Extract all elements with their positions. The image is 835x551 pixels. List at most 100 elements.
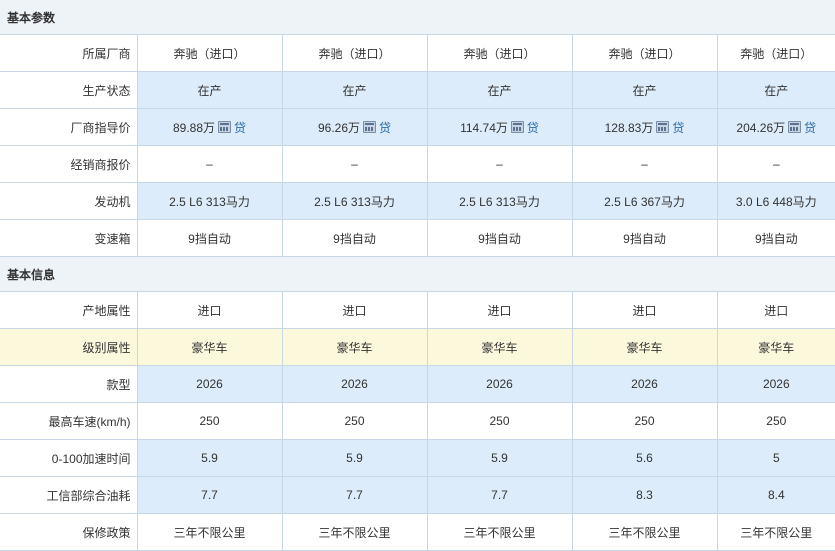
loan-link[interactable]: 贷: [234, 119, 246, 136]
spec-value: 2026: [196, 377, 223, 391]
spec-value: 9挡自动: [333, 231, 376, 246]
guide-price: 96.26万 贷: [318, 119, 391, 136]
loan-link[interactable]: 贷: [672, 119, 684, 136]
spec-value: 250: [634, 414, 655, 428]
spec-row: 生产状态 在产 在产 在产 在产 在产: [0, 71, 835, 109]
loan-link[interactable]: 贷: [379, 119, 391, 136]
spec-value: 8.4: [767, 488, 785, 502]
spec-row: 所属厂商 奔驰（进口） 奔驰（进口） 奔驰（进口） 奔驰（进口） 奔驰（进口）: [0, 34, 835, 72]
spec-label: 款型: [0, 365, 138, 403]
spec-value-cell: 250: [572, 402, 718, 440]
spec-label: 级别属性: [0, 328, 138, 366]
spec-value-cell: 三年不限公里: [717, 513, 835, 551]
spec-value: –: [351, 157, 358, 171]
spec-value-cell: 豪华车: [572, 328, 718, 366]
spec-value-cell: –: [137, 145, 283, 183]
spec-value: 5.9: [346, 451, 363, 465]
spec-value: 豪华车: [191, 340, 228, 355]
spec-value: 250: [489, 414, 510, 428]
spec-value-cell: 进口: [282, 291, 428, 329]
spec-value: 在产: [197, 83, 222, 98]
spec-value: 5: [772, 451, 780, 465]
spec-value-cell: 三年不限公里: [572, 513, 718, 551]
spec-value: 2.5 L6 313马力: [169, 194, 250, 209]
spec-value-cell: 豪华车: [282, 328, 428, 366]
spec-value-cell: 2.5 L6 313马力: [137, 182, 283, 220]
spec-value: 8.3: [636, 488, 653, 502]
spec-value-cell: 9挡自动: [282, 219, 428, 257]
spec-value-cell: 250: [717, 402, 835, 440]
calculator-icon[interactable]: [656, 121, 670, 133]
spec-value-cell: 8.3: [572, 476, 718, 514]
spec-value-cell: 250: [427, 402, 573, 440]
spec-value: 进口: [197, 303, 222, 318]
spec-value: 三年不限公里: [318, 525, 391, 540]
spec-value: 7.7: [346, 488, 363, 502]
spec-value-cell: 进口: [572, 291, 718, 329]
price-value: 128.83万: [604, 120, 654, 135]
spec-label: 生产状态: [0, 71, 138, 109]
spec-value-cell: 豪华车: [427, 328, 573, 366]
spec-row: 0-100加速时间 5.9 5.9 5.9 5.6 5: [0, 439, 835, 477]
spec-value: 7.7: [491, 488, 508, 502]
spec-value: 9挡自动: [478, 231, 521, 246]
spec-row: 级别属性 豪华车 豪华车 豪华车 豪华车 豪华车: [0, 328, 835, 366]
spec-value-cell: 128.83万 贷: [572, 108, 718, 146]
spec-value-cell: 2026: [137, 365, 283, 403]
spec-value: 在产: [342, 83, 367, 98]
price-value: 89.88万: [172, 120, 215, 135]
calculator-icon[interactable]: [788, 121, 802, 133]
spec-value-cell: –: [572, 145, 718, 183]
spec-value: 奔驰（进口）: [318, 46, 391, 61]
spec-value-cell: 奔驰（进口）: [572, 34, 718, 72]
guide-price: 89.88万 贷: [173, 119, 246, 136]
spec-value-cell: 3.0 L6 448马力: [717, 182, 835, 220]
spec-value-cell: 89.88万 贷: [137, 108, 283, 146]
spec-row: 发动机 2.5 L6 313马力 2.5 L6 313马力 2.5 L6 313马力 2…: [0, 182, 835, 220]
spec-label: 工信部综合油耗: [0, 476, 138, 514]
spec-label: 产地属性: [0, 291, 138, 329]
spec-value: 2026: [762, 377, 790, 391]
spec-value: 奔驰（进口）: [608, 46, 681, 61]
spec-value: 2026: [486, 377, 513, 391]
spec-value-cell: 进口: [717, 291, 835, 329]
spec-value: 豪华车: [336, 340, 373, 355]
calculator-icon[interactable]: [510, 121, 524, 133]
spec-label: 厂商指导价: [0, 108, 138, 146]
spec-value: 2.5 L6 367马力: [604, 194, 685, 209]
spec-label: 发动机: [0, 182, 138, 220]
spec-value: 在产: [764, 83, 789, 98]
spec-value-cell: 在产: [427, 71, 573, 109]
section-title: 基本信息: [0, 256, 835, 292]
spec-label: 0-100加速时间: [0, 439, 138, 477]
calculator-icon[interactable]: [218, 121, 231, 133]
loan-link[interactable]: 贷: [804, 119, 816, 136]
loan-link[interactable]: 贷: [527, 119, 539, 136]
calculator-icon[interactable]: [363, 121, 376, 133]
spec-value-cell: 在产: [572, 71, 718, 109]
section-title: 基本参数: [0, 0, 835, 35]
warranty-policy-link[interactable]: 保修政策: [0, 513, 138, 551]
spec-label: 经销商报价: [0, 145, 138, 183]
spec-value: –: [206, 157, 213, 171]
spec-row: 工信部综合油耗 7.7 7.7 7.7 8.3 8.4: [0, 476, 835, 514]
spec-value-cell: 2.5 L6 313马力: [427, 182, 573, 220]
spec-value-cell: 2.5 L6 313马力: [282, 182, 428, 220]
spec-value: 三年不限公里: [463, 525, 536, 540]
spec-value-cell: 5.6: [572, 439, 718, 477]
spec-comparison-table: 基本参数 所属厂商 奔驰（进口） 奔驰（进口） 奔驰（进口） 奔驰（进口） 奔驰（进口） 生产…: [0, 0, 835, 551]
spec-value-cell: 豪华车: [717, 328, 835, 366]
spec-value-cell: 在产: [282, 71, 428, 109]
spec-value-cell: 奔驰（进口）: [137, 34, 283, 72]
section-header-row: 基本参数: [0, 0, 835, 35]
spec-value-cell: 96.26万 贷: [282, 108, 428, 146]
spec-value: 奔驰（进口）: [173, 46, 246, 61]
spec-value: 250: [766, 414, 787, 428]
guide-price: 128.83万 贷: [605, 119, 685, 136]
spec-value-cell: 2026: [572, 365, 718, 403]
price-value: 114.74万: [460, 120, 508, 135]
price-value: 96.26万: [317, 120, 360, 135]
spec-value-cell: –: [717, 145, 835, 183]
spec-value: 进口: [487, 303, 512, 318]
guide-price: 114.74万 贷: [460, 119, 539, 136]
